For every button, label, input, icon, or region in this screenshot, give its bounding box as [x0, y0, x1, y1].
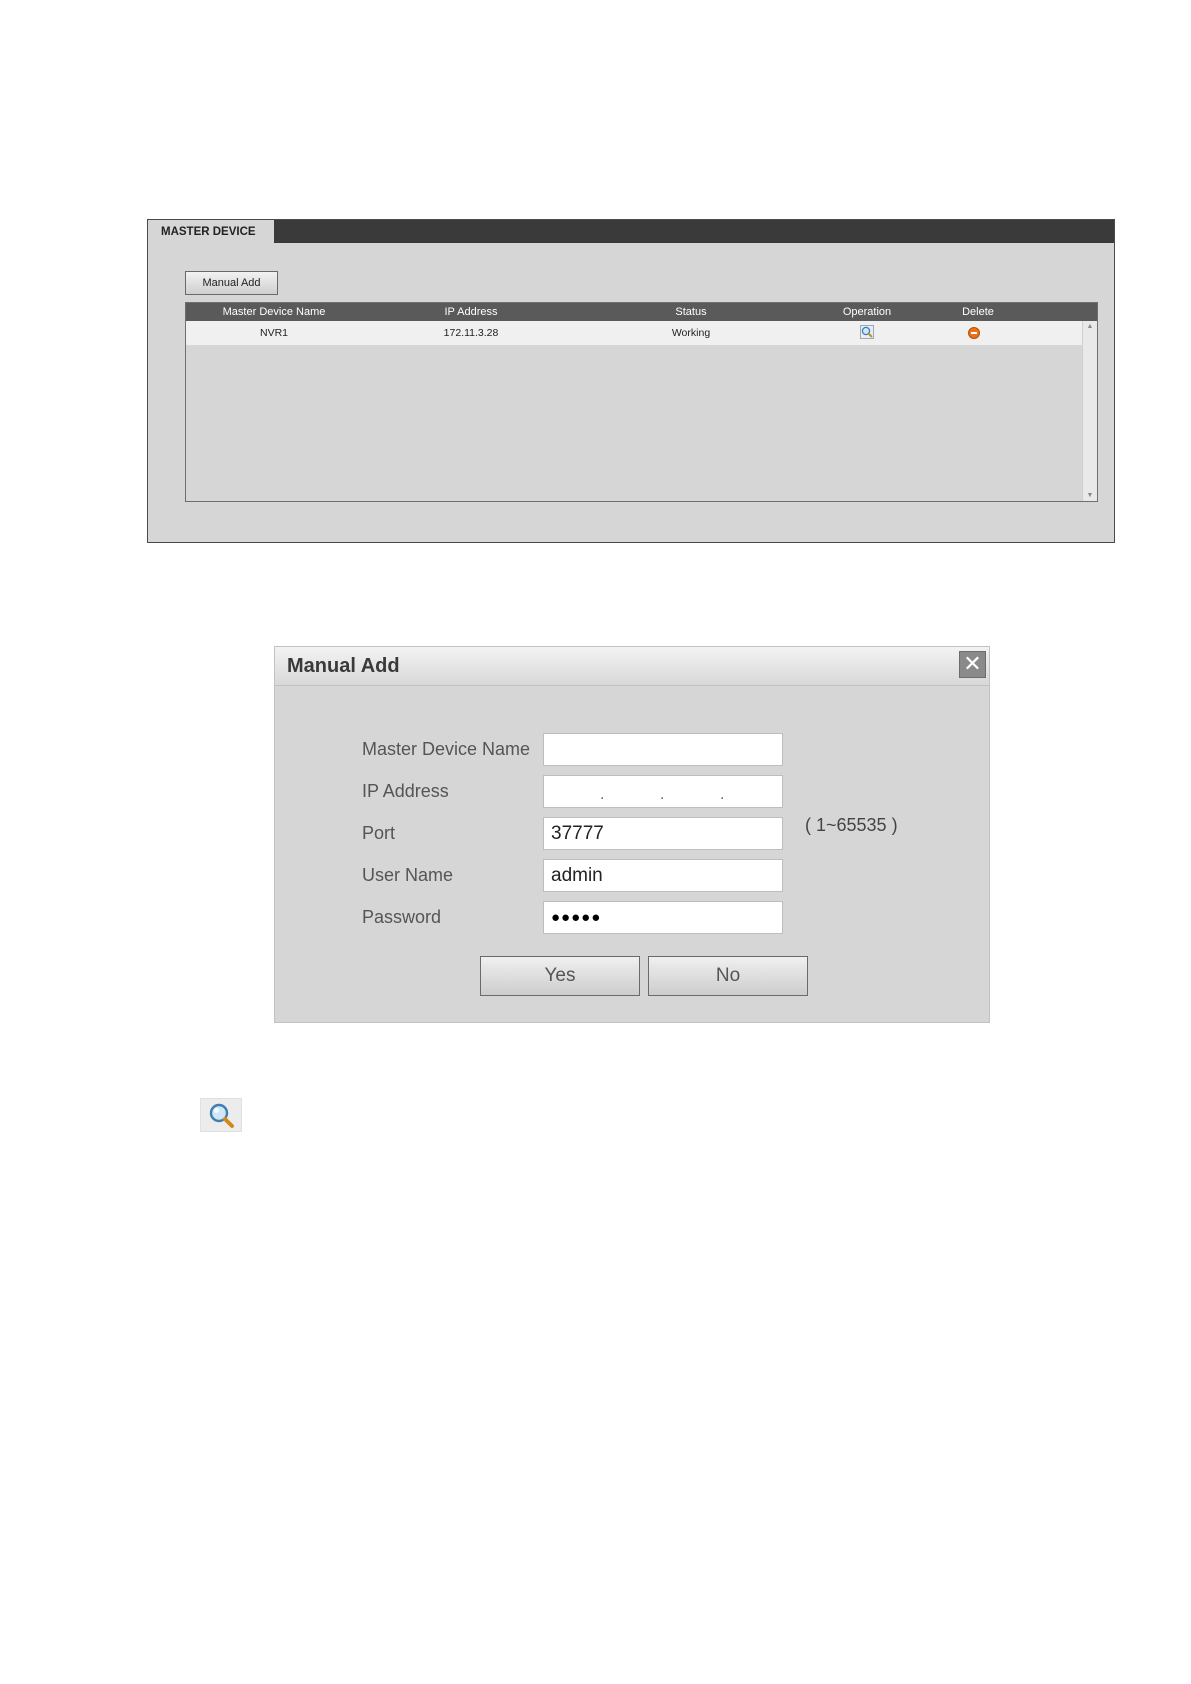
row-status: Working — [671, 327, 711, 339]
ip-address-label: IP Address — [362, 781, 449, 801]
column-header-name[interactable]: Master Device Name — [223, 303, 326, 321]
yes-button[interactable]: Yes — [480, 956, 640, 996]
ip-address-field[interactable]: . . . — [543, 775, 783, 808]
no-button[interactable]: No — [648, 956, 808, 996]
port-field[interactable]: 37777 — [543, 817, 783, 850]
column-header-delete[interactable]: Delete — [962, 303, 994, 321]
manual-add-dialog: Manual Add ✕ Master Device Name IP Addre… — [274, 646, 990, 1023]
password-label: Password — [362, 907, 442, 927]
ip-separator: . — [660, 786, 665, 803]
column-header-ip[interactable]: IP Address — [445, 303, 498, 321]
table-row[interactable]: NVR1 172.11.3.28 Working — [186, 321, 1082, 345]
ip-separator: . — [600, 786, 605, 803]
tab-master-device[interactable]: MASTER DEVICE — [148, 220, 274, 244]
port-range-hint: ( 1~65535 ) — [805, 815, 898, 835]
ip-separator: . — [720, 786, 725, 803]
device-name-label: Master Device Name — [362, 739, 531, 759]
row-device-name: NVR1 — [259, 327, 289, 339]
delete-icon[interactable] — [968, 327, 980, 339]
table-header: Master Device Name IP Address Status Ope… — [186, 303, 1097, 321]
user-name-field[interactable]: admin — [543, 859, 783, 892]
scroll-up-icon[interactable]: ▲ — [1083, 323, 1097, 330]
column-header-operation[interactable]: Operation — [843, 303, 891, 321]
device-name-field[interactable] — [543, 733, 783, 766]
scroll-down-icon[interactable]: ▼ — [1083, 492, 1097, 499]
table-scrollbar[interactable]: ▲ ▼ — [1082, 321, 1097, 501]
column-header-status[interactable]: Status — [675, 303, 706, 321]
dialog-title-bar: Manual Add ✕ — [275, 647, 989, 686]
close-icon[interactable]: ✕ — [959, 651, 986, 678]
dialog-title: Manual Add — [287, 655, 400, 677]
master-device-table: Master Device Name IP Address Status Ope… — [185, 302, 1098, 502]
user-name-label: User Name — [362, 865, 454, 885]
row-ip-address: 172.11.3.28 — [443, 327, 499, 339]
manual-add-button[interactable]: Manual Add — [185, 271, 278, 295]
search-icon[interactable] — [860, 325, 874, 339]
port-label: Port — [362, 823, 396, 843]
search-icon — [200, 1098, 242, 1132]
master-device-panel: MASTER DEVICE Manual Add Master Device N… — [147, 219, 1115, 543]
panel-header-bar — [148, 220, 1114, 243]
password-field[interactable]: ●●●●● — [543, 901, 783, 934]
